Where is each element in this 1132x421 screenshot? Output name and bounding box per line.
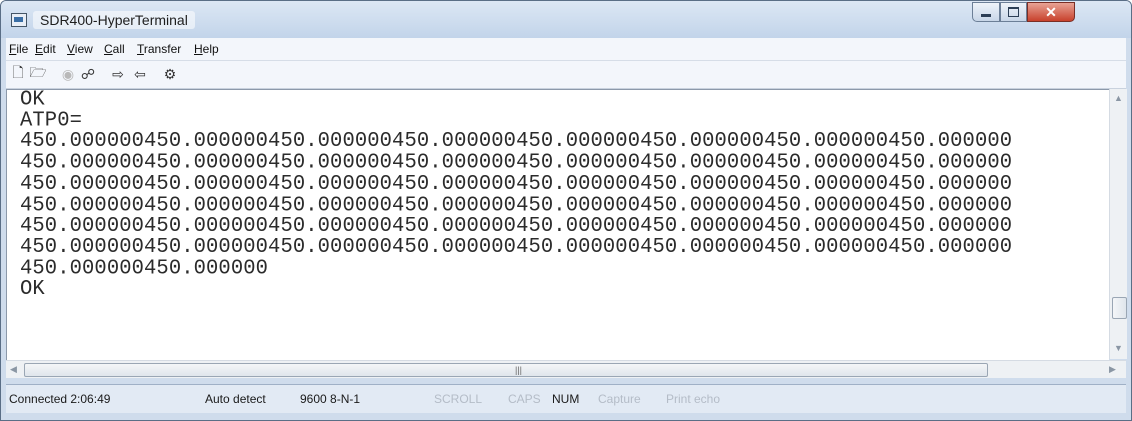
vertical-scrollbar[interactable]: ▲ ▼ — [1109, 89, 1127, 359]
title-bar[interactable]: SDR400-HyperTerminal ✕ — [1, 1, 1131, 38]
hyperterminal-icon[interactable] — [11, 13, 27, 27]
minimize-button[interactable] — [972, 2, 1000, 22]
grip-icon: ||| — [515, 365, 523, 375]
minimize-icon — [981, 14, 991, 17]
toolbar: 🗋 🗁 ◉ ☍ ⇨ ⇦ ⚙ — [6, 61, 1126, 89]
scroll-down-icon[interactable]: ▼ — [1114, 343, 1123, 353]
close-button[interactable]: ✕ — [1027, 2, 1075, 22]
menu-bar: File Edit View Call Transfer Help — [6, 38, 1126, 61]
menu-call[interactable]: Call — [104, 42, 125, 56]
vertical-scroll-thumb[interactable] — [1112, 297, 1127, 319]
status-detect: Auto detect — [205, 392, 266, 406]
hyperterminal-window: SDR400-HyperTerminal ✕ File Edit View Ca… — [0, 0, 1132, 421]
scroll-right-icon[interactable]: ▶ — [1109, 364, 1116, 375]
send-icon[interactable]: ⇨ — [108, 65, 128, 83]
menu-edit[interactable]: Edit — [35, 42, 56, 56]
close-icon: ✕ — [1045, 4, 1057, 20]
status-scroll: SCROLL — [434, 392, 483, 406]
maximize-button[interactable] — [1000, 2, 1027, 22]
properties-icon[interactable]: ⚙ — [160, 65, 180, 83]
status-bar: Connected 2:06:49 Auto detect 9600 8-N-1… — [6, 384, 1126, 413]
scroll-left-icon[interactable]: ◀ — [10, 364, 17, 375]
menu-file[interactable]: File — [9, 42, 28, 56]
menu-help[interactable]: Help — [194, 42, 219, 56]
status-caps: CAPS — [508, 392, 541, 406]
window-title: SDR400-HyperTerminal — [33, 11, 195, 29]
horizontal-scrollbar[interactable]: ◀ ||| ▶ — [6, 360, 1126, 378]
status-num: NUM — [552, 392, 580, 406]
horizontal-scroll-thumb[interactable]: ||| — [24, 363, 988, 377]
open-icon[interactable]: 🗁 — [28, 64, 48, 83]
menu-transfer[interactable]: Transfer — [137, 42, 181, 56]
status-print-echo: Print echo — [666, 392, 721, 406]
status-port: 9600 8-N-1 — [300, 392, 361, 406]
receive-icon[interactable]: ⇦ — [130, 65, 150, 83]
terminal-text: OK ATP0= 450.000000450.000000450.0000004… — [20, 89, 1013, 302]
status-capture: Capture — [598, 392, 641, 406]
disconnect-icon[interactable]: ☍ — [78, 65, 98, 83]
connect-icon[interactable]: ◉ — [58, 65, 78, 83]
menu-view[interactable]: View — [67, 42, 93, 56]
new-icon[interactable]: 🗋 — [8, 64, 28, 83]
status-connected: Connected 2:06:49 — [9, 392, 111, 406]
maximize-icon — [1008, 7, 1019, 17]
scroll-up-icon[interactable]: ▲ — [1114, 93, 1123, 103]
terminal-output[interactable]: OK ATP0= 450.000000450.000000450.0000004… — [6, 89, 1109, 360]
